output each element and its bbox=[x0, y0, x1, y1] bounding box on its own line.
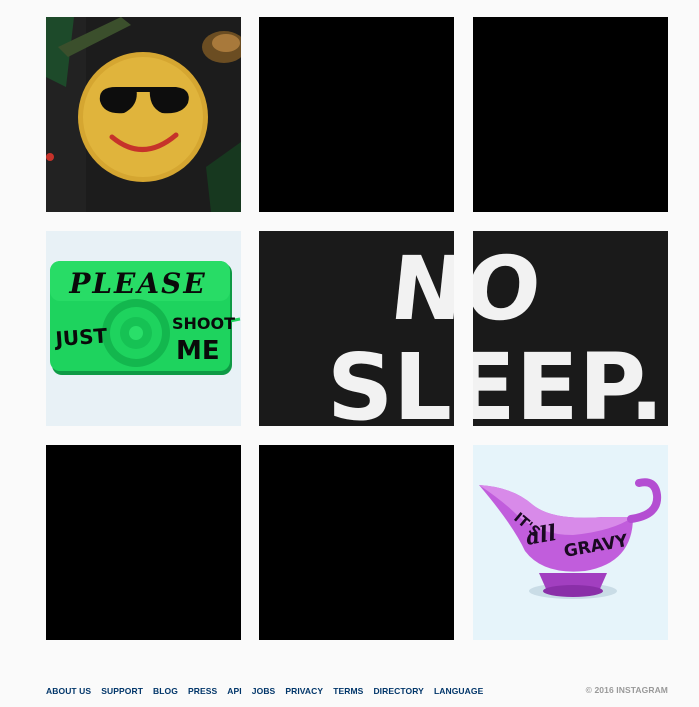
post-tile-green-camera[interactable]: PLEASE JUST SHOOT ME bbox=[46, 231, 241, 426]
footer-link-press[interactable]: PRESS bbox=[188, 686, 217, 696]
post-tile-black-1[interactable] bbox=[259, 17, 454, 212]
post-tile-gravy-boat[interactable]: IT'S all GRAVY bbox=[473, 445, 668, 640]
copyright-text: © 2016 INSTAGRAM bbox=[585, 685, 668, 695]
footer-link-privacy[interactable]: PRIVACY bbox=[285, 686, 323, 696]
footer-link-terms[interactable]: TERMS bbox=[333, 686, 363, 696]
post-image-black bbox=[46, 445, 241, 640]
camera-text-please: PLEASE bbox=[68, 267, 206, 300]
post-tile-smiley-cake[interactable] bbox=[46, 17, 241, 212]
gravy-text-all: all bbox=[524, 520, 559, 551]
post-tile-black-4[interactable] bbox=[259, 445, 454, 640]
post-grid: PLEASE JUST SHOOT ME NO SLEEP. NO SLEEP. bbox=[0, 0, 699, 660]
post-tile-black-3[interactable] bbox=[46, 445, 241, 640]
no-sleep-bottom-left: SLEEP. bbox=[327, 334, 454, 426]
footer-links: ABOUT US SUPPORT BLOG PRESS API JOBS PRI… bbox=[46, 681, 493, 699]
post-image-black bbox=[473, 17, 668, 212]
green-camera-image: PLEASE JUST SHOOT ME bbox=[46, 231, 241, 426]
page-footer: ABOUT US SUPPORT BLOG PRESS API JOBS PRI… bbox=[46, 684, 668, 696]
camera-text-just: JUST bbox=[53, 323, 109, 351]
post-tile-black-2[interactable] bbox=[473, 17, 668, 212]
footer-link-jobs[interactable]: JOBS bbox=[252, 686, 276, 696]
no-sleep-lettering-image: NO SLEEP. bbox=[473, 231, 668, 426]
post-image-black bbox=[259, 17, 454, 212]
footer-link-language[interactable]: LANGUAGE bbox=[434, 686, 483, 696]
post-tile-no-sleep-right[interactable]: NO SLEEP. bbox=[473, 231, 668, 426]
no-sleep-top-left: NO bbox=[386, 237, 454, 340]
no-sleep-top-right: NO bbox=[473, 237, 546, 340]
no-sleep-lettering-image: NO SLEEP. bbox=[259, 231, 454, 426]
camera-text-me: ME bbox=[176, 336, 220, 366]
footer-link-support[interactable]: SUPPORT bbox=[101, 686, 143, 696]
smiley-cake-image bbox=[46, 17, 241, 212]
no-sleep-bottom-right: SLEEP. bbox=[473, 334, 664, 426]
footer-link-directory[interactable]: DIRECTORY bbox=[373, 686, 424, 696]
footer-link-about-us[interactable]: ABOUT US bbox=[46, 686, 91, 696]
footer-link-blog[interactable]: BLOG bbox=[153, 686, 178, 696]
post-image-black bbox=[259, 445, 454, 640]
camera-text-shoot: SHOOT bbox=[172, 314, 235, 333]
footer-link-api[interactable]: API bbox=[227, 686, 241, 696]
gravy-boat-image: IT'S all GRAVY bbox=[473, 445, 668, 640]
post-tile-no-sleep-left[interactable]: NO SLEEP. bbox=[259, 231, 454, 426]
